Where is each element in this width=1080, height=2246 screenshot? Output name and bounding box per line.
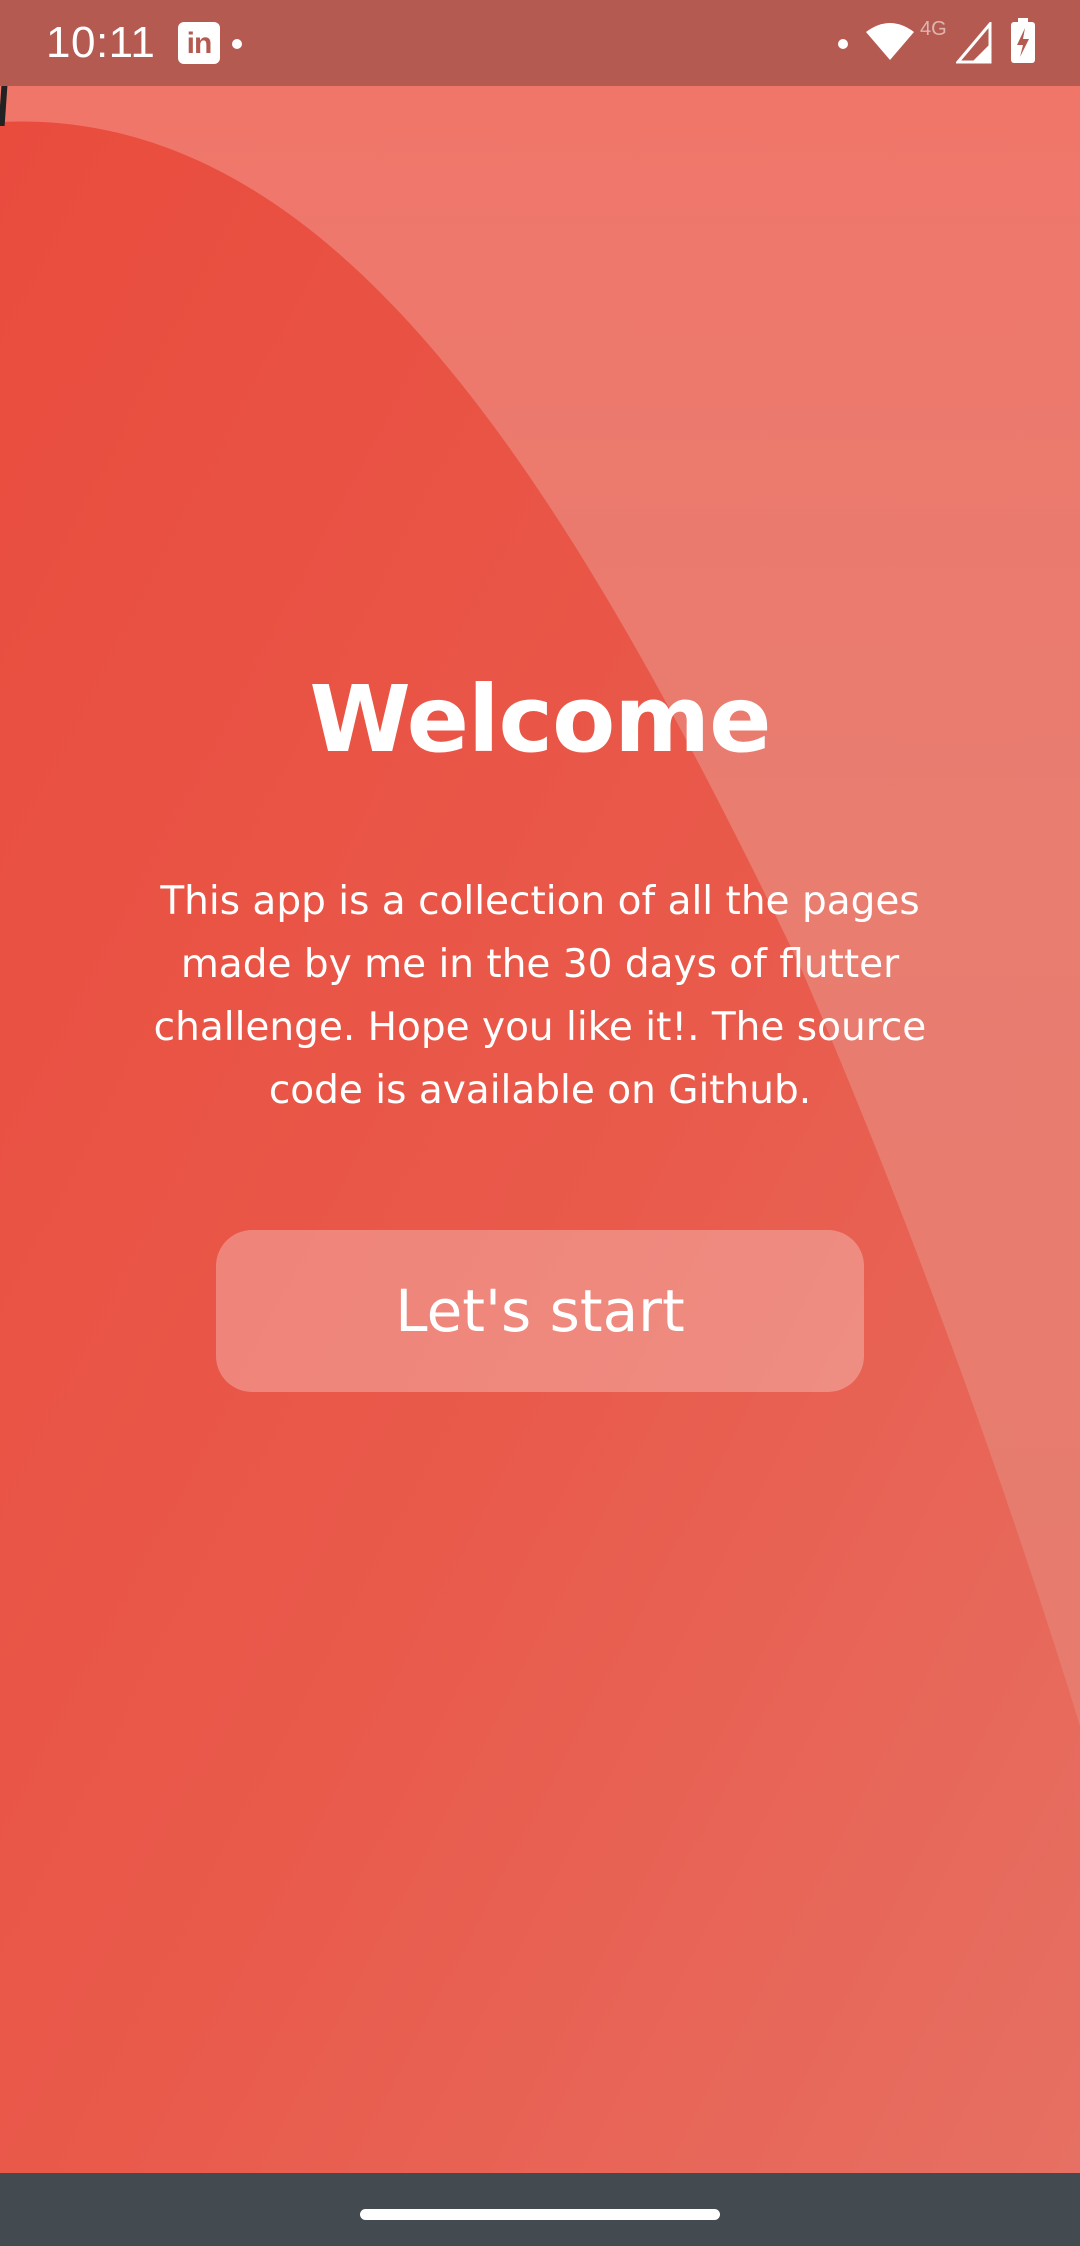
navigation-bar	[0, 2173, 1080, 2246]
linkedin-icon: in	[178, 22, 220, 64]
network-type-label: 4G	[920, 18, 947, 40]
notification-dot-icon	[232, 39, 242, 49]
page-title: Welcome	[309, 666, 771, 773]
dot-icon	[838, 39, 848, 49]
status-bar: 10:11 in 4G	[0, 0, 1080, 86]
status-time: 10:11	[46, 18, 156, 67]
wifi-icon	[866, 23, 914, 60]
welcome-description: This app is a collection of all the page…	[153, 879, 927, 1113]
home-gesture-handle[interactable]	[360, 2209, 720, 2220]
cell-signal-icon	[956, 22, 992, 64]
battery-charging-icon	[1011, 18, 1035, 63]
welcome-screen: Welcome This app is a collection of all …	[0, 0, 1080, 2173]
lets-start-button[interactable]: Let's start	[216, 1230, 864, 1392]
